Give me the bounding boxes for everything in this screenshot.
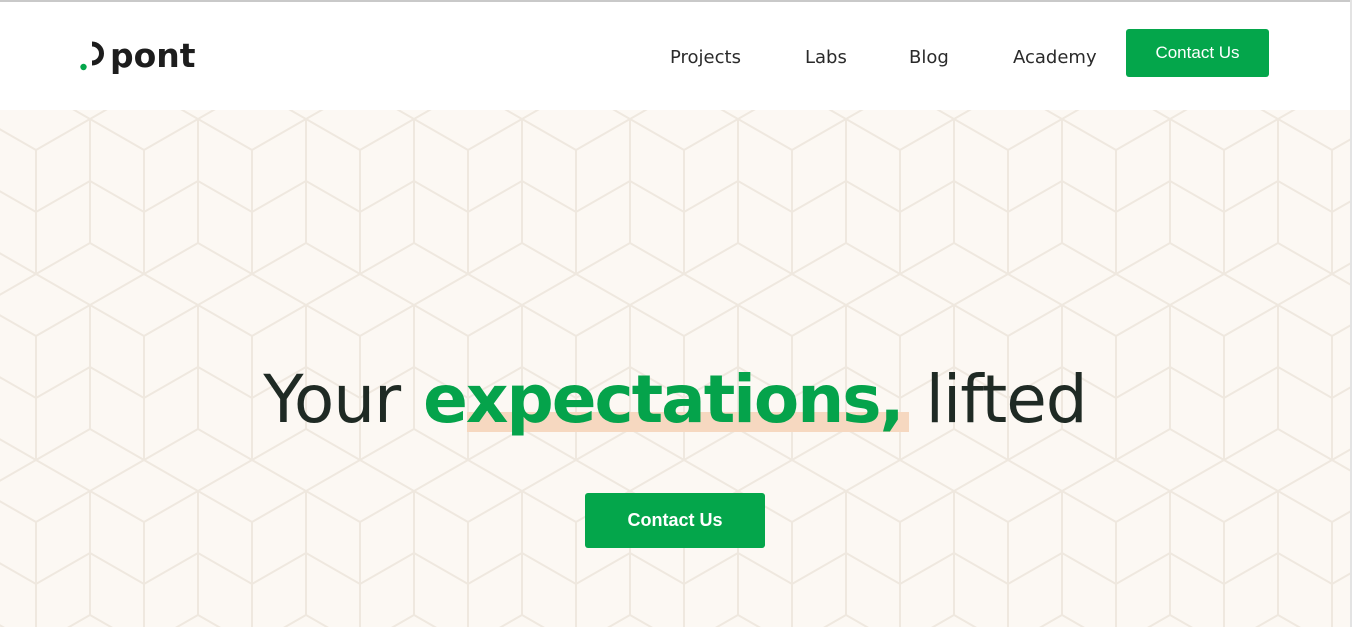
hero-section: Your expectations, lifted Contact Us [0,110,1350,627]
site-header: pont Projects Labs Blog Academy Contact … [0,2,1350,110]
header-contact-button[interactable]: Contact Us [1126,29,1269,77]
nav-item-blog[interactable]: Blog [909,46,949,70]
headline-word-start: Your [263,361,401,438]
hero-contact-button[interactable]: Contact Us [585,493,765,548]
nav-item-academy[interactable]: Academy [1013,46,1097,70]
headline-word-end: lifted [925,361,1088,438]
headline-accent-text: expectations, [423,361,904,438]
headline-accent: expectations, [423,360,909,440]
nav-item-projects[interactable]: Projects [670,46,741,70]
page: pont Projects Labs Blog Academy Contact … [0,0,1352,627]
nav-item-labs[interactable]: Labs [805,46,847,70]
hero-headline: Your expectations, lifted [0,360,1350,450]
